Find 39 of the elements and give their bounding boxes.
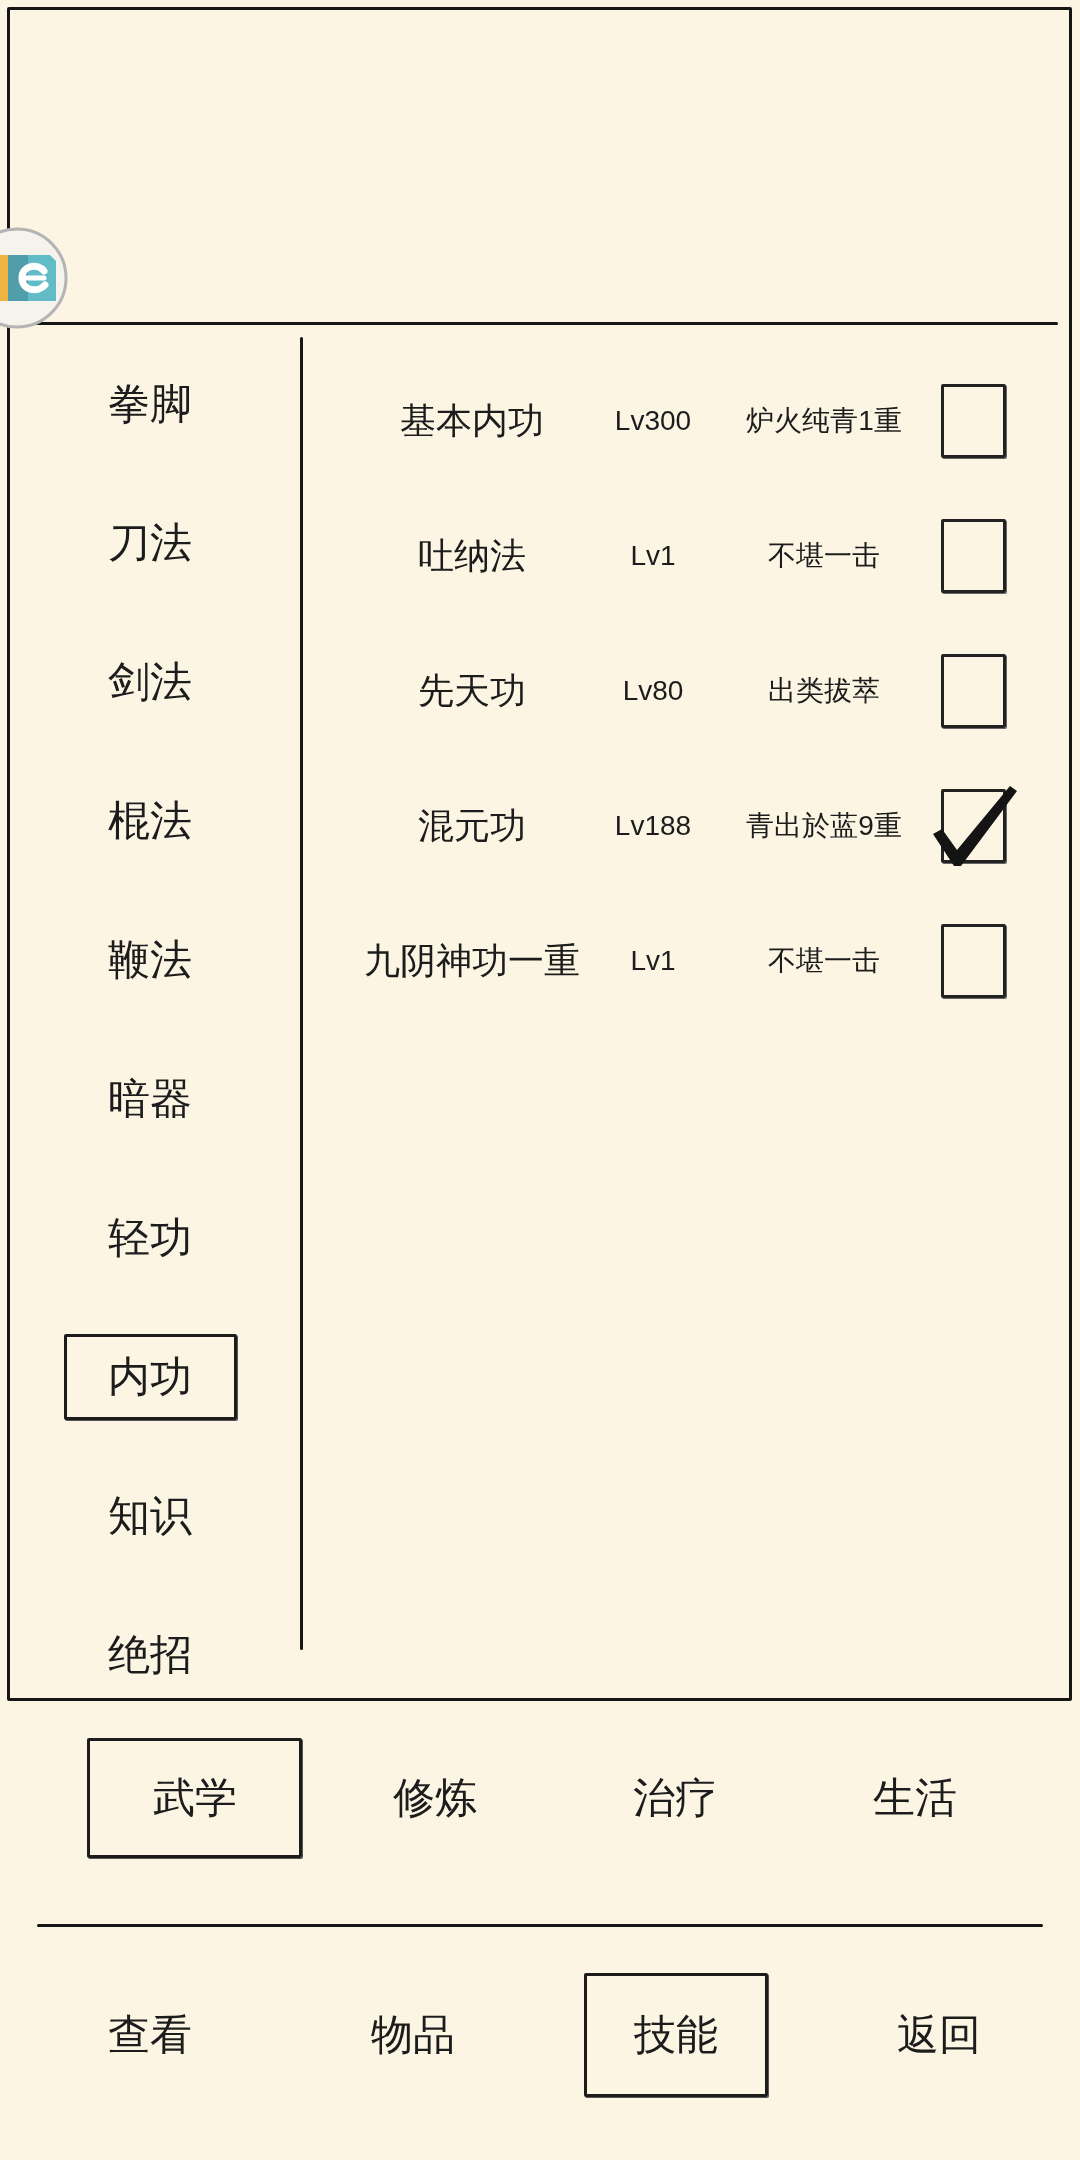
sidebar-item[interactable]: 刀法 — [63, 500, 237, 586]
level-text: Lv1 — [630, 945, 676, 977]
sidebar-item[interactable]: 棍法 — [63, 778, 237, 864]
sidebar-item[interactable]: 知识 — [63, 1473, 237, 1559]
sidebar-item[interactable]: 鞭法 — [63, 917, 237, 1003]
nav-button[interactable]: 物品 — [321, 1973, 505, 2097]
checkbox[interactable] — [941, 789, 1006, 863]
tab[interactable]: 治疗 — [567, 1738, 782, 1858]
tab[interactable]: 修炼 — [327, 1738, 542, 1858]
nav-button[interactable]: 返回 — [847, 1973, 1031, 2097]
tab[interactable]: 武学 — [87, 1738, 302, 1858]
sidebar-item[interactable]: 暗器 — [63, 1056, 237, 1142]
sidebar-item[interactable]: 拳脚 — [63, 361, 237, 447]
level-text: Lv188 — [614, 810, 692, 842]
checkbox[interactable] — [941, 924, 1006, 998]
sidebar-item[interactable]: 剑法 — [63, 639, 237, 725]
skill-name: 九阴神功一重 — [364, 938, 580, 983]
checkbox[interactable] — [941, 519, 1006, 593]
grade-text: 出类拔萃 — [768, 674, 880, 708]
sidebar-item[interactable]: 内功 — [63, 1334, 237, 1420]
checkbox[interactable] — [941, 384, 1006, 458]
skill-name: 混元功 — [418, 803, 526, 848]
skill-name: 吐纳法 — [418, 533, 526, 578]
skill-name: 先天功 — [418, 668, 526, 713]
sidebar-item[interactable]: 绝招 — [63, 1612, 237, 1698]
grade-text: 不堪一击 — [768, 539, 880, 573]
nav-button[interactable]: 查看 — [58, 1973, 242, 2097]
grade-text: 青出於蓝9重 — [746, 809, 902, 843]
nav-button[interactable]: 技能 — [584, 1973, 768, 2097]
level-text: Lv300 — [614, 405, 692, 437]
skill-name: 基本内功 — [400, 398, 544, 443]
level-text: Lv1 — [630, 540, 676, 572]
checkbox[interactable] — [941, 654, 1006, 728]
grade-text: 炉火纯青1重 — [746, 404, 902, 438]
level-text: Lv80 — [622, 675, 684, 707]
tab[interactable]: 生活 — [807, 1738, 1022, 1858]
floating-button-icon[interactable] — [0, 227, 68, 329]
grade-text: 不堪一击 — [768, 944, 880, 978]
sidebar-item[interactable]: 轻功 — [63, 1195, 237, 1281]
